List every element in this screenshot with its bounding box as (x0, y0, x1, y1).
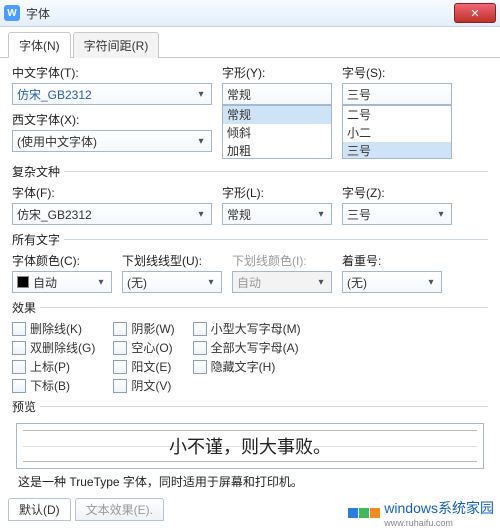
watermark: windows系统家园 www.ruhaifu.com (348, 498, 494, 528)
chk-smallcaps[interactable]: 小型大写字母(M) (193, 320, 301, 337)
font-hint-text: 这是一种 TrueType 字体，同时适用于屏幕和打印机。 (18, 473, 482, 490)
underline-color-value: 自动 (237, 274, 261, 291)
complex-size-combo[interactable]: 三号 ▾ (342, 203, 452, 225)
size-input[interactable]: 三号 (342, 83, 452, 105)
underline-color-select: 自动 ▾ (232, 271, 332, 293)
chk-strike[interactable]: 删除线(K) (12, 320, 95, 337)
size-listbox[interactable]: 二号 小二 三号 (342, 105, 452, 159)
checkbox-icon (193, 341, 207, 355)
style-option[interactable]: 倾斜 (223, 124, 331, 142)
font-color-label: 字体颜色(C): (12, 252, 112, 269)
color-swatch-icon (17, 276, 29, 288)
chk-dstrike[interactable]: 双删除线(G) (12, 339, 95, 356)
style-input[interactable]: 常规 (222, 83, 332, 105)
underline-style-value: (无) (127, 274, 147, 291)
checkbox-icon (193, 322, 207, 336)
preview-sample-text: 小不谨，则大事败。 (169, 433, 331, 459)
west-font-value: (使用中文字体) (17, 133, 97, 150)
style-listbox[interactable]: 常规 倾斜 加粗 (222, 105, 332, 159)
complex-group-label: 复杂文种 (12, 163, 64, 180)
complex-font-label: 字体(F): (12, 184, 212, 201)
style-option[interactable]: 加粗 (223, 142, 331, 159)
cn-font-value: 仿宋_GB2312 (17, 86, 92, 103)
tab-spacing[interactable]: 字符间距(R) (73, 32, 160, 58)
title-bar: W 字体 ✕ (0, 0, 500, 27)
chk-emboss[interactable]: 阳文(E) (113, 358, 174, 375)
style-label: 字形(Y): (222, 64, 332, 81)
emphasis-value: (无) (347, 274, 367, 291)
chk-subscript[interactable]: 下标(B) (12, 377, 95, 394)
preview-box: 小不谨，则大事败。 (16, 423, 484, 469)
effects-group-label: 效果 (12, 299, 40, 316)
complex-group: 复杂文种 字体(F): 仿宋_GB2312 ▾ 字形(L): 常规 ▾ 字号(Z… (12, 163, 488, 227)
west-font-combo[interactable]: (使用中文字体) ▾ (12, 130, 212, 152)
dropdown-arrow-icon: ▾ (425, 277, 437, 288)
cn-font-combo[interactable]: 仿宋_GB2312 ▾ (12, 83, 212, 105)
btn-default[interactable]: 默认(D) (8, 498, 71, 521)
checkbox-icon (113, 341, 127, 355)
chk-outline[interactable]: 空心(O) (113, 339, 174, 356)
dropdown-arrow-icon: ▾ (195, 89, 207, 100)
all-text-group-label: 所有文字 (12, 231, 64, 248)
emphasis-select[interactable]: (无) ▾ (342, 271, 442, 293)
size-option[interactable]: 小二 (343, 124, 451, 142)
style-option[interactable]: 常规 (223, 106, 331, 124)
chk-shadow[interactable]: 阴影(W) (113, 320, 174, 337)
chk-superscript[interactable]: 上标(P) (12, 358, 95, 375)
dropdown-arrow-icon: ▾ (195, 209, 207, 220)
btn-text-effect[interactable]: 文本效果(E). (75, 498, 164, 521)
chk-hidden[interactable]: 隐藏文字(H) (193, 358, 301, 375)
dialog-content: 中文字体(T): 仿宋_GB2312 ▾ 西文字体(X): (使用中文字体) ▾… (0, 58, 500, 494)
size-label: 字号(S): (342, 64, 452, 81)
complex-size-value: 三号 (347, 206, 371, 223)
underline-color-label: 下划线颜色(I): (232, 252, 332, 269)
dropdown-arrow-icon: ▾ (315, 277, 327, 288)
font-color-value: 自动 (33, 274, 57, 291)
preview-group: 预览 小不谨，则大事败。 这是一种 TrueType 字体，同时适用于屏幕和打印… (12, 398, 488, 490)
chk-allcaps[interactable]: 全部大写字母(A) (193, 339, 301, 356)
emphasis-label: 着重号: (342, 252, 442, 269)
dropdown-arrow-icon: ▾ (195, 136, 207, 147)
size-value: 三号 (347, 86, 371, 103)
watermark-logo-icon (348, 508, 380, 518)
watermark-url: www.ruhaifu.com (384, 518, 494, 528)
dropdown-arrow-icon: ▾ (95, 277, 107, 288)
style-value: 常规 (227, 86, 251, 103)
size-option[interactable]: 三号 (343, 142, 451, 159)
checkbox-icon (113, 360, 127, 374)
dropdown-arrow-icon: ▾ (205, 277, 217, 288)
close-button[interactable]: ✕ (454, 3, 496, 23)
checkbox-icon (113, 322, 127, 336)
preview-group-label: 预览 (12, 398, 40, 415)
dropdown-arrow-icon: ▾ (435, 209, 447, 220)
underline-style-label: 下划线线型(U): (122, 252, 222, 269)
window-title: 字体 (26, 5, 454, 22)
west-font-label: 西文字体(X): (12, 111, 212, 128)
complex-style-value: 常规 (227, 206, 251, 223)
font-color-select[interactable]: 自动 ▾ (12, 271, 112, 293)
underline-style-select[interactable]: (无) ▾ (122, 271, 222, 293)
size-option[interactable]: 二号 (343, 106, 451, 124)
tab-font[interactable]: 字体(N) (8, 32, 71, 58)
all-text-group: 所有文字 字体颜色(C): 自动 ▾ 下划线线型(U): (无) ▾ 下划线颜色… (12, 231, 488, 295)
dropdown-arrow-icon: ▾ (315, 209, 327, 220)
checkbox-icon (113, 379, 127, 393)
complex-style-label: 字形(L): (222, 184, 332, 201)
checkbox-icon (12, 341, 26, 355)
checkbox-icon (193, 360, 207, 374)
checkbox-icon (12, 379, 26, 393)
watermark-text: windows系统家园 (384, 498, 494, 518)
checkbox-icon (12, 360, 26, 374)
complex-size-label: 字号(Z): (342, 184, 452, 201)
complex-font-value: 仿宋_GB2312 (17, 206, 92, 223)
complex-font-combo[interactable]: 仿宋_GB2312 ▾ (12, 203, 212, 225)
chk-engrave[interactable]: 阴文(V) (113, 377, 174, 394)
checkbox-icon (12, 322, 26, 336)
effects-group: 效果 删除线(K) 双删除线(G) 上标(P) 下标(B) 阴影(W) 空心(O… (12, 299, 488, 394)
app-icon: W (4, 5, 20, 21)
tab-bar: 字体(N) 字符间距(R) (0, 27, 500, 58)
cn-font-label: 中文字体(T): (12, 64, 212, 81)
complex-style-combo[interactable]: 常规 ▾ (222, 203, 332, 225)
